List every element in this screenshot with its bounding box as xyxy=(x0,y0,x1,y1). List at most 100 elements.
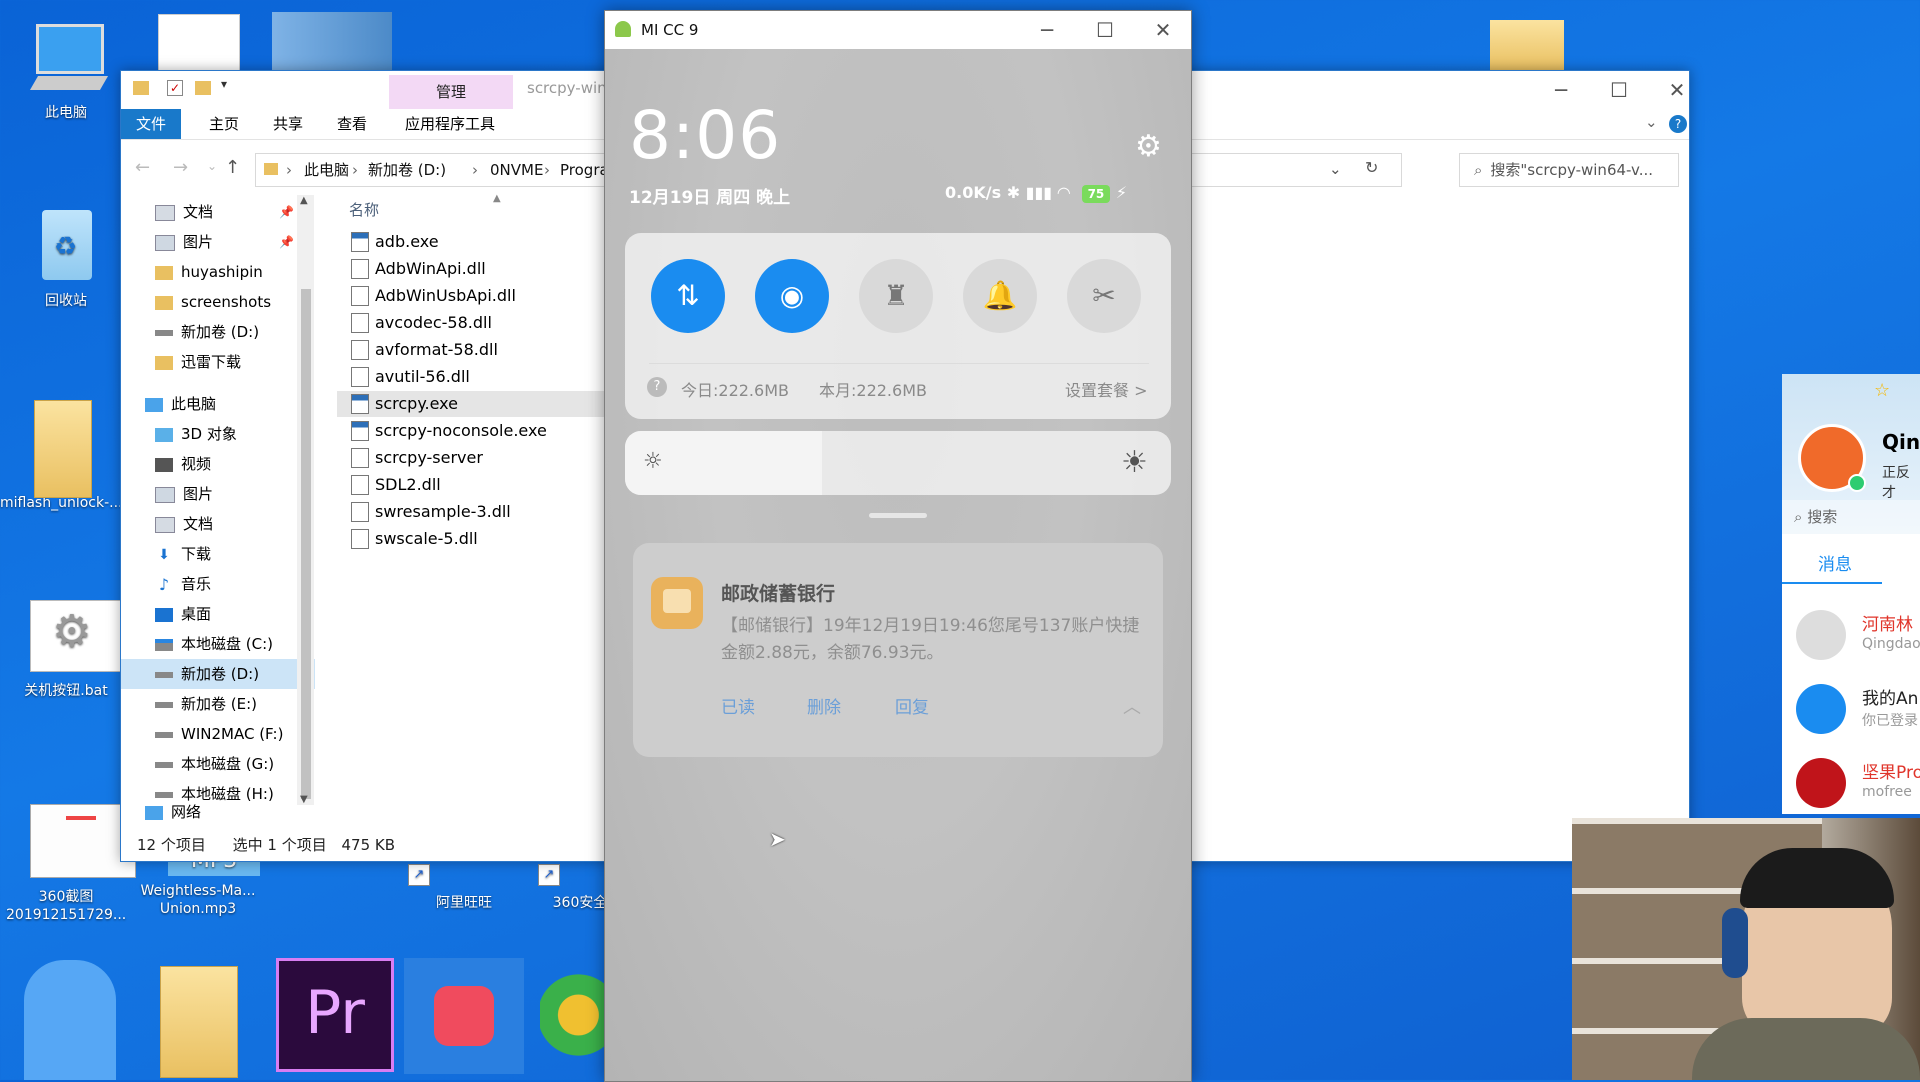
zip-archive-icon[interactable] xyxy=(272,12,392,70)
hair xyxy=(1740,848,1894,908)
tab-file[interactable]: 文件 xyxy=(121,109,181,139)
phone-mirror-window[interactable]: MI CC 9 ─ ☐ ✕ 8:06 ⚙ 12月19日 周四 晚上 0.0K/s… xyxy=(604,10,1192,1082)
signal-icon: ▮▮▮ xyxy=(1025,183,1053,202)
close-button[interactable]: ✕ xyxy=(1135,11,1191,49)
scroll-up-icon[interactable]: ▲ xyxy=(300,195,308,206)
shortcut-arrow-icon: ↗ xyxy=(408,864,430,886)
nav-item-drive-d[interactable]: 新加卷 (D:) xyxy=(121,659,315,689)
folder-icon[interactable] xyxy=(160,966,238,1078)
nav-item-drive-e[interactable]: 新加卷 (E:) xyxy=(121,689,315,719)
mobile-data-toggle[interactable]: ⇅ xyxy=(651,259,725,333)
nav-item-drive-g[interactable]: 本地磁盘 (G:) xyxy=(121,749,315,779)
desktop-icon-shutdown-bat[interactable]: ⚙ 关机按钮.bat xyxy=(6,596,132,700)
flashlight-toggle[interactable]: ♜ xyxy=(859,259,933,333)
qat-dropdown-icon[interactable]: ▾ xyxy=(221,77,227,91)
chat-search[interactable]: ⌕ 搜索 xyxy=(1782,500,1920,534)
drive-icon xyxy=(155,761,173,768)
wifi-toggle[interactable]: ◉ xyxy=(755,259,829,333)
sound-toggle[interactable]: 🔔 xyxy=(963,259,1037,333)
chevron-down-icon[interactable]: ⌄ xyxy=(1329,160,1342,178)
mark-read-button[interactable]: 已读 xyxy=(721,693,755,718)
phone-titlebar: MI CC 9 ─ ☐ ✕ xyxy=(605,11,1191,49)
pin-icon: 📌 xyxy=(279,205,294,219)
message-app-icon xyxy=(651,577,703,629)
column-header-name[interactable]: 名称 xyxy=(349,199,379,220)
dll-file-icon xyxy=(351,258,369,279)
reply-button[interactable]: 回复 xyxy=(895,693,929,718)
desktop-icon-aliwangwang[interactable]: ↗ 阿里旺旺 xyxy=(404,860,524,912)
phone-screen[interactable]: 8:06 ⚙ 12月19日 周四 晚上 0.0K/s ✱ ▮▮▮ ◠ 75 ⚡ … xyxy=(605,49,1191,1081)
nav-item-pictures-pc[interactable]: 图片 xyxy=(121,479,315,509)
rabbit-app-icon[interactable] xyxy=(24,960,116,1080)
360-app-icon[interactable] xyxy=(404,958,524,1074)
nav-scrollbar[interactable]: ▲ ▼ xyxy=(297,195,314,805)
close-button[interactable]: ✕ xyxy=(1649,71,1705,109)
minimize-button[interactable]: ─ xyxy=(1533,71,1589,109)
search-input[interactable]: ⌕ 搜索"scrcpy-win64-v... xyxy=(1459,153,1679,187)
scroll-thumb[interactable] xyxy=(301,289,311,799)
nav-item-this-pc[interactable]: 此电脑 xyxy=(121,389,315,419)
breadcrumb-item[interactable]: 新加卷 (D:) xyxy=(368,154,446,186)
checkbox-icon[interactable]: ✓ xyxy=(167,80,183,96)
headphones xyxy=(1722,908,1748,978)
chat-app-panel[interactable]: ☆ Qin 正反才 ⌕ 搜索 消息 河南林 Qingdao 我的An 你已登录 … xyxy=(1782,374,1920,814)
nav-item-huyashipin[interactable]: huyashipin xyxy=(121,257,315,287)
chat-list-item[interactable]: 坚果Pro mofree xyxy=(1782,746,1920,814)
premiere-pro-icon[interactable]: Pr xyxy=(276,958,394,1072)
desktop-icon-recycle-bin[interactable]: ♻ 回收站 xyxy=(6,206,126,310)
back-arrow-icon[interactable]: ← xyxy=(135,157,150,178)
nav-item-screenshots[interactable]: screenshots xyxy=(121,287,315,317)
set-plan-link[interactable]: 设置套餐 > xyxy=(1065,377,1148,401)
folder-icon[interactable] xyxy=(1490,20,1564,70)
refresh-icon[interactable]: ↻ xyxy=(1365,158,1378,177)
screenshot-toggle[interactable]: ✂ xyxy=(1067,259,1141,333)
nav-item-music[interactable]: ♪ 音乐 xyxy=(121,569,315,599)
nav-item-desktop[interactable]: 桌面 xyxy=(121,599,315,629)
nav-item-downloads[interactable]: ⬇ 下载 xyxy=(121,539,315,569)
maximize-button[interactable]: ☐ xyxy=(1077,11,1133,49)
maximize-button[interactable]: ☐ xyxy=(1591,71,1647,109)
nav-item-3d-objects[interactable]: 3D 对象 xyxy=(121,419,315,449)
notification-card[interactable]: 邮政储蓄银行 【邮储银行】19年12月19日19:46您尾号137账户快捷金额2… xyxy=(633,543,1163,757)
nav-item-drive-f[interactable]: WIN2MAC (F:) xyxy=(121,719,315,749)
data-arrows-icon: ⇅ xyxy=(676,279,700,312)
chat-list-item[interactable]: 河南林 Qingdao xyxy=(1782,598,1920,670)
brightness-slider[interactable]: ☼ ☀ xyxy=(625,431,1171,495)
nav-item-documents[interactable]: 文档 📌 xyxy=(121,197,315,227)
chat-list-item[interactable]: 我的An 你已登录 xyxy=(1782,672,1920,744)
address-dropdown[interactable]: ⌄ ↻ xyxy=(1181,153,1402,187)
help-icon[interactable]: ? xyxy=(1669,115,1687,133)
star-icon[interactable]: ☆ xyxy=(1874,380,1890,401)
desktop-icon-screenshot-file[interactable]: 360截图 201912151729... xyxy=(6,802,136,924)
document-icon[interactable] xyxy=(158,14,240,72)
desktop-icon-this-pc[interactable]: 此电脑 xyxy=(6,18,126,122)
ribbon-expand-icon[interactable]: ⌄ xyxy=(1645,113,1658,131)
desktop-icon-miflash[interactable]: miflash_unlock-... xyxy=(0,398,123,512)
browser-icon[interactable] xyxy=(540,960,604,1070)
collapse-chevron-icon[interactable]: ︿ xyxy=(1123,693,1141,719)
scroll-down-icon[interactable]: ▼ xyxy=(300,794,308,805)
tab-share[interactable]: 共享 xyxy=(259,109,317,139)
nav-item-pictures[interactable]: 图片 📌 xyxy=(121,227,315,257)
tab-home[interactable]: 主页 xyxy=(195,109,253,139)
nav-item-drive-d-quick[interactable]: 新加卷 (D:) xyxy=(121,317,315,347)
breadcrumb-item[interactable]: 此电脑 xyxy=(304,154,349,186)
up-arrow-icon[interactable]: ↑ xyxy=(225,157,240,178)
nav-item-thunder-downloads[interactable]: 迅雷下载 xyxy=(121,347,315,377)
tab-messages[interactable]: 消息 xyxy=(1818,550,1852,575)
settings-gear-icon[interactable]: ⚙ xyxy=(1135,129,1162,164)
nav-item-documents-pc[interactable]: 文档 xyxy=(121,509,315,539)
breadcrumb-item[interactable]: Progra xyxy=(560,154,609,186)
tab-view[interactable]: 查看 xyxy=(323,109,381,139)
forward-arrow-icon[interactable]: → xyxy=(173,157,188,178)
breadcrumb-item[interactable]: 0NVME xyxy=(490,154,543,186)
nav-item-drive-c[interactable]: 本地磁盘 (C:) xyxy=(121,629,315,659)
tab-app-tools[interactable]: 应用程序工具 xyxy=(391,109,509,139)
monitor-icon xyxy=(26,18,109,98)
recent-dropdown-icon[interactable]: ⌄ xyxy=(207,159,217,173)
nav-item-network[interactable]: 网络 xyxy=(121,797,315,827)
delete-button[interactable]: 删除 xyxy=(807,693,841,718)
drag-handle[interactable] xyxy=(869,513,927,518)
minimize-button[interactable]: ─ xyxy=(1019,11,1075,49)
nav-item-videos[interactable]: 视频 xyxy=(121,449,315,479)
